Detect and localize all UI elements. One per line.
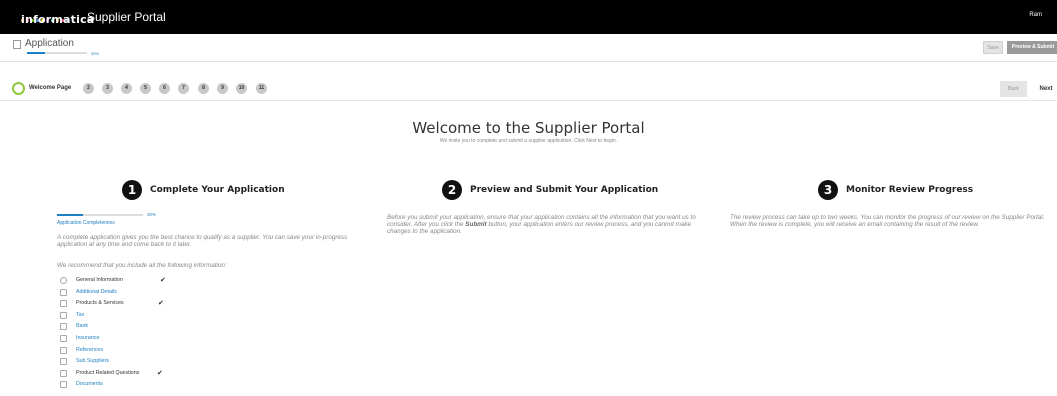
checkmark-icon: ✔: [157, 369, 163, 377]
list-item: Bank: [58, 321, 258, 333]
details-icon: [60, 288, 67, 296]
step-9[interactable]: 9: [217, 83, 228, 94]
references-icon: [60, 346, 67, 354]
step-3-description: The review process can take up to two we…: [730, 214, 1045, 228]
list-item-label[interactable]: Insurance: [76, 333, 99, 345]
sub-suppliers-icon: [60, 358, 67, 366]
step-3-title: Monitor Review Progress: [846, 185, 974, 195]
welcome-subtitle: We invite you to complete and submit a s…: [439, 138, 618, 144]
completeness-label: Application Completeness: [57, 220, 115, 226]
application-progress-percent: 30%: [91, 51, 100, 56]
list-item-label[interactable]: References: [76, 345, 103, 357]
step-1-description: A complete application gives you the bes…: [57, 234, 348, 248]
list-item: Product Related Questions ✔: [58, 368, 258, 380]
informatica-logo[interactable]: informatica: [21, 9, 94, 27]
list-item-label[interactable]: Bank: [76, 321, 88, 333]
step-3[interactable]: 3: [102, 83, 113, 94]
list-item: Documents: [58, 379, 258, 391]
step-3-heading: 3 Monitor Review Progress: [818, 180, 973, 200]
list-item: Insurance: [58, 333, 258, 345]
step-2-text-bold: Submit: [465, 221, 487, 228]
step-2[interactable]: 2: [83, 83, 94, 94]
step-2-description: Before you submit your application, ensu…: [387, 214, 712, 235]
list-item-label: Products & Services: [76, 300, 124, 307]
welcome-title: Welcome to the Supplier Portal: [412, 119, 645, 137]
application-title: Application: [25, 38, 74, 49]
step-7[interactable]: 7: [178, 83, 189, 94]
document-icon: [13, 40, 21, 49]
step-welcome-page[interactable]: Welcome Page: [29, 85, 71, 91]
step-3-number: 3: [818, 180, 838, 200]
products-icon: [60, 300, 67, 308]
bank-icon: [60, 323, 67, 331]
step-6[interactable]: 6: [159, 83, 170, 94]
list-item: General Information ✔: [58, 275, 258, 287]
tax-icon: [60, 311, 67, 319]
back-button[interactable]: Back: [1000, 81, 1027, 97]
list-item-label[interactable]: Tax: [76, 310, 84, 322]
list-item: Sub Suppliers: [58, 356, 258, 368]
list-item-label[interactable]: Sub Suppliers: [76, 356, 109, 368]
next-button[interactable]: Next: [1035, 81, 1057, 97]
save-button[interactable]: Save: [983, 41, 1003, 54]
list-item: Products & Services ✔: [58, 298, 258, 310]
step-11[interactable]: 11: [256, 83, 267, 94]
application-progress-fill: [27, 52, 45, 54]
list-item-label: Product Related Questions: [76, 369, 140, 376]
completeness-progress-fill: [57, 214, 83, 216]
step-1-recommend: We recommend that you include all the fo…: [57, 262, 227, 269]
step-navigation: Welcome Page Back Next 2 3 4 5 6 7 8 9 10 11: [0, 78, 1057, 101]
step-2-title: Preview and Submit Your Application: [470, 185, 659, 195]
step-2-number: 2: [442, 180, 462, 200]
step-4[interactable]: 4: [121, 83, 132, 94]
step-2-heading: 2 Preview and Submit Your Application: [442, 180, 658, 200]
user-name-menu[interactable]: Ram: [1029, 12, 1042, 18]
step-1-number: 1: [122, 180, 142, 200]
step-5[interactable]: 5: [140, 83, 151, 94]
completeness-percent: 30%: [147, 212, 157, 217]
list-item: Tax: [58, 310, 258, 322]
step-1-title: Complete Your Application: [150, 185, 285, 195]
completeness-progress-bar: [57, 214, 143, 216]
portal-title: Supplier Portal: [87, 10, 166, 24]
step-current-indicator[interactable]: [12, 82, 25, 95]
list-item-label[interactable]: Additional Details: [76, 287, 117, 299]
info-checklist: General Information ✔ Additional Details Pr…: [58, 275, 258, 391]
list-item: Additional Details: [58, 287, 258, 299]
list-item-label: General Information: [76, 277, 123, 283]
preview-submit-button[interactable]: Preview & Submit: [1007, 41, 1057, 54]
list-item-label[interactable]: Documents: [76, 379, 103, 391]
application-header: Application 30% Save Preview & Submit: [0, 34, 1057, 62]
person-icon: [60, 277, 67, 284]
checkmark-icon: ✔: [158, 300, 164, 308]
application-progress-bar: [27, 52, 87, 54]
documents-icon: [60, 381, 67, 389]
step-8[interactable]: 8: [198, 83, 209, 94]
top-bar: informatica Supplier Portal Ram: [0, 0, 1057, 34]
step-10[interactable]: 10: [236, 83, 247, 94]
insurance-icon: [60, 334, 67, 342]
checkmark-icon: ✔: [160, 277, 166, 284]
step-1-heading: 1 Complete Your Application: [122, 180, 285, 200]
list-item: References: [58, 345, 258, 357]
logo-text: informatica: [21, 13, 95, 26]
questions-icon: [60, 369, 67, 377]
